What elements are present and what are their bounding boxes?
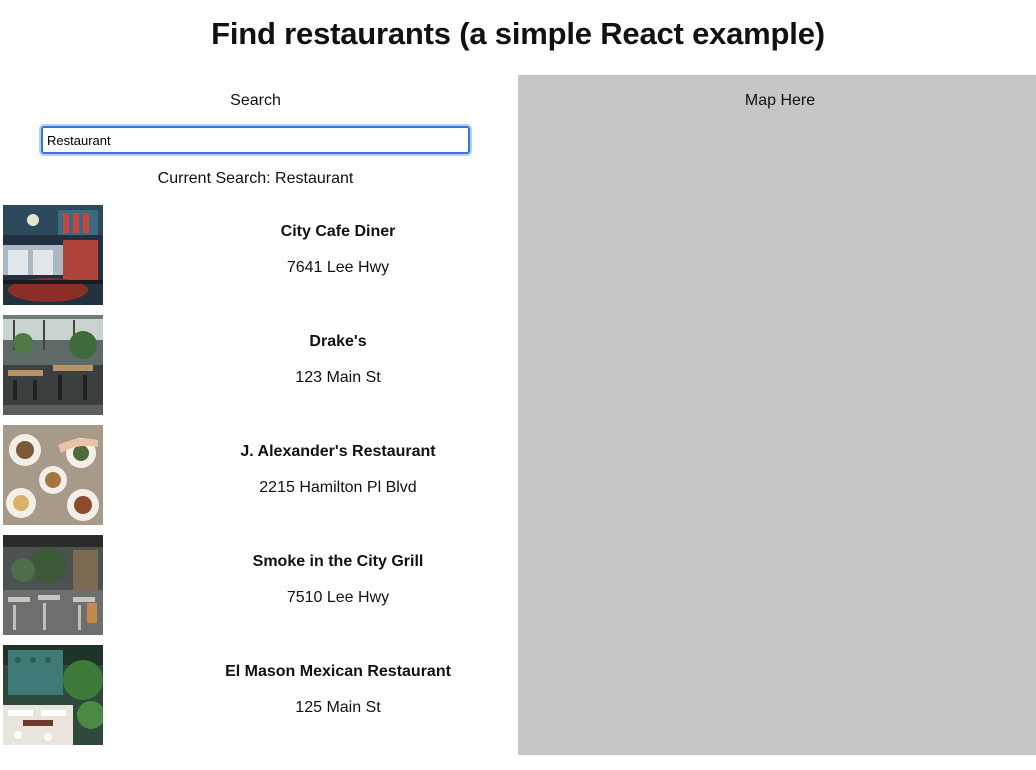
restaurant-name: City Cafe Diner — [280, 223, 396, 240]
current-search-text: Current Search: Restaurant — [157, 170, 354, 187]
list-item[interactable]: El Mason Mexican Restaurant 125 Main St — [3, 645, 513, 745]
search-panel: Search Current Search: Restaurant — [0, 75, 518, 755]
food-plates-photo — [3, 425, 103, 525]
results-list: City Cafe Diner 7641 Lee Hwy Drake's 123… — [3, 205, 513, 755]
restaurant-name: J. Alexander's Restaurant — [240, 443, 436, 460]
restaurant-address: 125 Main St — [295, 699, 381, 716]
cafe-seating-photo — [3, 535, 103, 635]
restaurant-name: Smoke in the City Grill — [252, 553, 424, 570]
map-panel[interactable]: Map Here — [518, 75, 1036, 755]
search-input[interactable] — [41, 126, 470, 154]
list-item[interactable]: Drake's 123 Main St — [3, 315, 513, 415]
restaurant-address: 123 Main St — [295, 369, 381, 386]
list-item[interactable]: J. Alexander's Restaurant 2215 Hamilton … — [3, 425, 513, 525]
search-label: Search — [230, 92, 281, 109]
garden-dining-photo — [3, 645, 103, 745]
restaurant-name: Drake's — [309, 333, 367, 350]
list-item[interactable]: Smoke in the City Grill 7510 Lee Hwy — [3, 535, 513, 635]
patio-dining-photo — [3, 315, 103, 415]
restaurant-name: El Mason Mexican Restaurant — [225, 663, 451, 680]
list-item[interactable]: City Cafe Diner 7641 Lee Hwy — [3, 205, 513, 305]
restaurant-address: 7510 Lee Hwy — [286, 589, 390, 606]
restaurant-address: 7641 Lee Hwy — [286, 259, 390, 276]
map-placeholder-label: Map Here — [744, 92, 816, 109]
restaurant-address: 2215 Hamilton Pl Blvd — [259, 479, 417, 496]
page-title: Find restaurants (a simple React example… — [211, 16, 825, 51]
app-root: Find restaurants (a simple React example… — [0, 0, 1036, 770]
diner-interior-photo — [3, 205, 103, 305]
